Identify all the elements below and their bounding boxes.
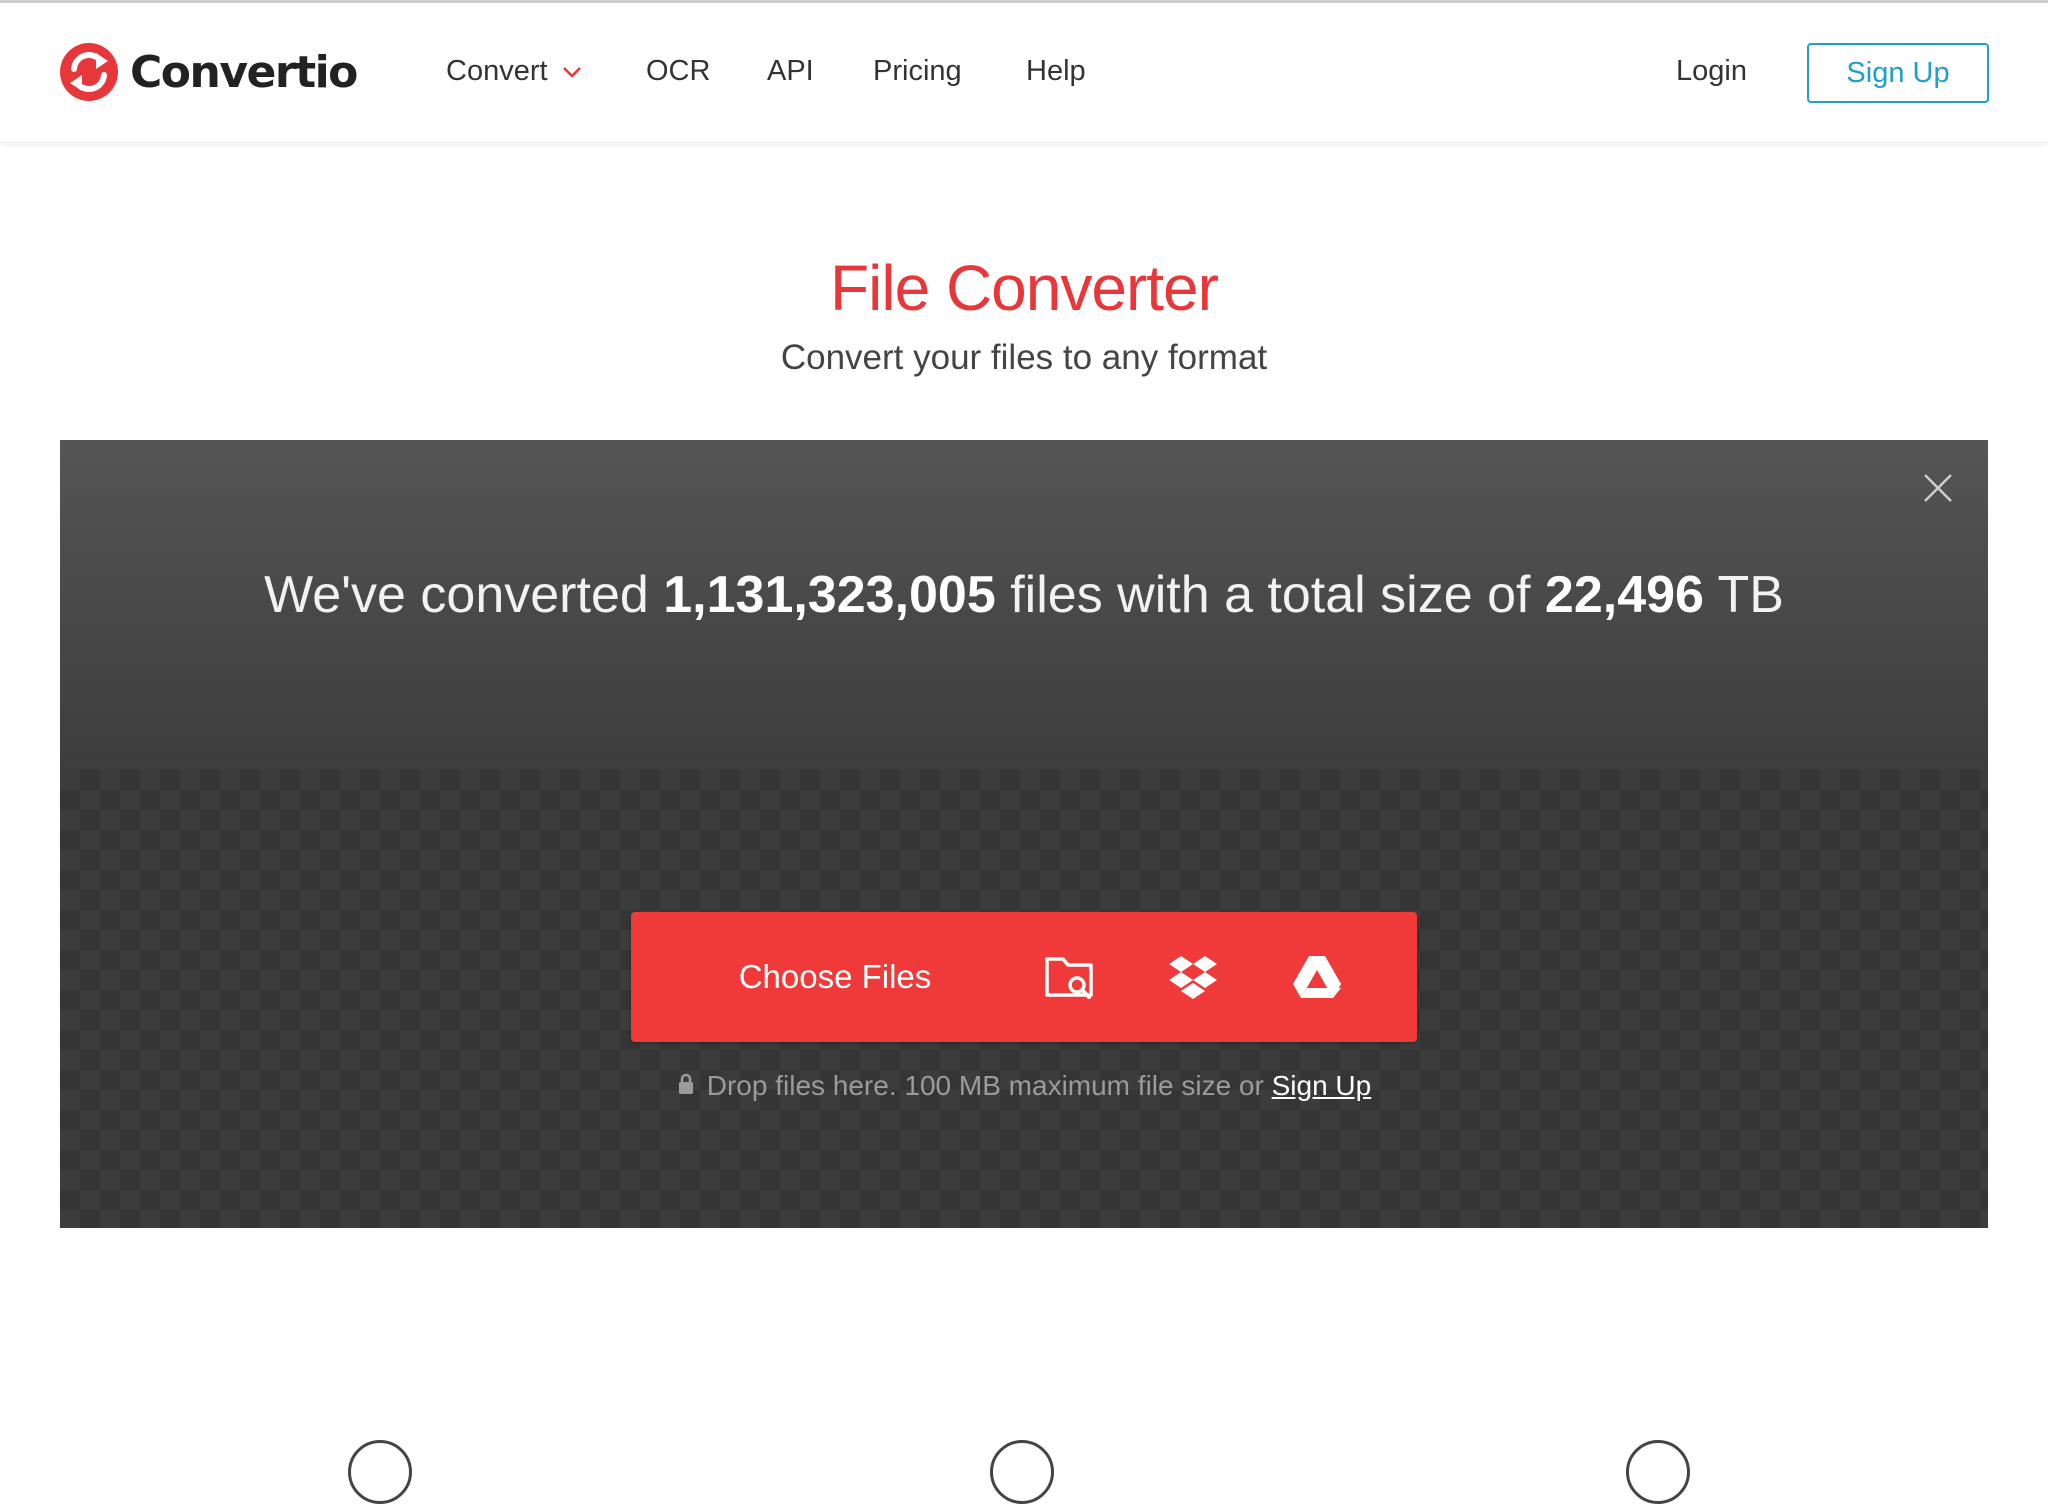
nav-convert[interactable]: Convert [446, 51, 582, 91]
stats-middle: files with a total size of [995, 566, 1545, 624]
signup-button[interactable]: Sign Up [1807, 43, 1989, 103]
total-size: 22,496 [1544, 566, 1704, 624]
brand-logo[interactable]: Convertio [58, 41, 358, 103]
drop-signup-link[interactable]: Sign Up [1272, 1070, 1372, 1101]
nav-pricing[interactable]: Pricing [873, 51, 962, 91]
nav-api[interactable]: API [767, 51, 814, 91]
google-drive-icon[interactable] [1287, 947, 1347, 1007]
folder-search-icon[interactable] [1039, 947, 1099, 1007]
upload-panel: We've converted 1,131,323,005 files with… [60, 440, 1988, 1228]
page-title: File Converter [830, 252, 1219, 324]
drop-hint-text: Drop files here. 100 MB maximum file siz… [706, 1070, 1272, 1101]
stats-prefix: We've converted [264, 566, 664, 624]
nav-help[interactable]: Help [1026, 51, 1086, 91]
page-subtitle: Convert your files to any format [780, 338, 1268, 377]
nav-ocr[interactable]: OCR [646, 51, 710, 91]
conversion-stats: We've converted 1,131,323,005 files with… [60, 560, 1988, 630]
close-icon[interactable] [1922, 472, 1954, 504]
lock-icon [678, 1073, 693, 1094]
feature-icon [348, 1440, 412, 1504]
feature-icon [990, 1440, 1054, 1504]
chevron-down-icon [562, 67, 581, 79]
feature-icon [1626, 1440, 1690, 1504]
files-count: 1,131,323,005 [663, 566, 996, 624]
convertio-logo-icon [60, 43, 118, 101]
brand-name: Convertio [130, 46, 358, 98]
drop-hint: Drop files here. 100 MB maximum file siz… [60, 1066, 1988, 1106]
size-unit: TB [1703, 566, 1784, 624]
site-header: Convertio Convert OCR API Pricing Help L… [0, 3, 2048, 143]
login-link[interactable]: Login [1676, 51, 1747, 91]
choose-files-button[interactable]: Choose Files [631, 912, 1039, 1042]
choose-files-bar: Choose Files [631, 912, 1417, 1042]
dropbox-icon[interactable] [1163, 947, 1223, 1007]
nav-convert-label: Convert [446, 55, 548, 87]
